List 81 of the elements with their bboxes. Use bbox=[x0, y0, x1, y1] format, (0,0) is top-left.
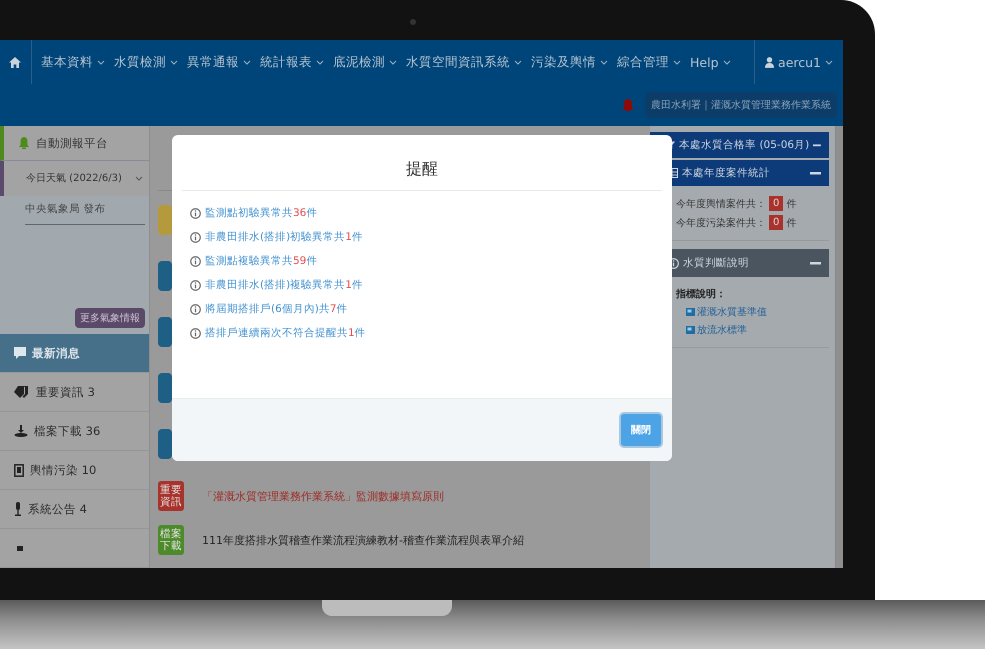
user-icon bbox=[765, 56, 774, 68]
more-weather-button[interactable]: 更多氣象情報 bbox=[75, 308, 145, 328]
sidebar-item[interactable]: 自動測報平台 bbox=[0, 126, 149, 162]
menu-label: 檔案下載 36 bbox=[34, 424, 100, 439]
caret-icon bbox=[600, 60, 608, 64]
sidebar-menu-item[interactable]: 重要資訊 3 bbox=[0, 373, 149, 412]
stat-label: 今年度輿情案件共： bbox=[676, 198, 766, 210]
sidebar-menu-item[interactable]: 檔案下載 36 bbox=[0, 412, 149, 452]
info-icon bbox=[190, 208, 201, 218]
camera-icon bbox=[410, 19, 416, 25]
nav-menu-item[interactable]: 底泥檢測 bbox=[333, 54, 385, 70]
category-badge: 重要資訊 bbox=[158, 481, 184, 512]
nav-menu-item[interactable]: 污染及輿情 bbox=[531, 54, 596, 70]
caret-icon bbox=[170, 60, 178, 64]
weather-title: 今日天氣 (2022/6/3) bbox=[26, 172, 122, 186]
collapse-icon[interactable] bbox=[810, 262, 821, 264]
nav-menu-item[interactable]: 綜合管理 bbox=[617, 54, 669, 70]
info-icon bbox=[190, 256, 201, 266]
dialog-title: 提醒 bbox=[182, 135, 662, 191]
news-link[interactable]: 111年度搭排水質稽查作業流程演練教材-稽查作業流程與表單介紹 bbox=[202, 532, 524, 548]
caret-icon bbox=[825, 60, 833, 64]
caret-icon bbox=[243, 60, 251, 64]
reminder-link[interactable]: 監測點複驗異常共59件 bbox=[205, 254, 318, 268]
sidebar-menu-item[interactable]: 系統公告 4 bbox=[0, 490, 149, 530]
document-icon bbox=[14, 464, 24, 477]
tags-icon bbox=[14, 386, 30, 398]
reminder-link[interactable]: 監測點初驗異常共36件 bbox=[205, 206, 318, 220]
collapse-icon[interactable] bbox=[813, 144, 821, 146]
stat-unit: 件 bbox=[786, 216, 796, 230]
sidebar-menu-item[interactable]: 輿情污染 10 bbox=[0, 451, 149, 490]
panel-title: 水質判斷說明 bbox=[683, 256, 750, 270]
system-label: 農田水利署｜灌溉水質管理業務作業系統 bbox=[645, 92, 837, 118]
bell-icon bbox=[18, 137, 30, 150]
panel-title: 本處年度案件統計 bbox=[682, 166, 771, 180]
menu-label: 最新消息 bbox=[32, 346, 80, 361]
standard-link[interactable]: 灌溉水質基準值 bbox=[697, 305, 767, 319]
caret-icon bbox=[722, 60, 730, 64]
menu-label: 輿情污染 10 bbox=[30, 462, 96, 478]
home-icon[interactable] bbox=[9, 56, 21, 68]
collapse-icon[interactable] bbox=[810, 172, 821, 174]
reminder-link[interactable]: 將屆期搭排戶(6個月內)共7件 bbox=[205, 302, 348, 316]
reminder-link[interactable]: 搭排戶連續兩次不符合提醒共1件 bbox=[205, 326, 366, 340]
microphone-icon bbox=[14, 502, 22, 516]
calendar-icon bbox=[14, 545, 26, 552]
caret-icon bbox=[97, 60, 105, 64]
info-icon bbox=[190, 232, 201, 242]
count-badge: 0 bbox=[769, 215, 784, 230]
chevron-down-icon bbox=[135, 176, 143, 181]
info-icon bbox=[190, 328, 201, 338]
caret-icon bbox=[389, 60, 397, 64]
nav-menu-item[interactable]: 水質檢測 bbox=[114, 54, 166, 70]
menu-label: 系統公告 4 bbox=[28, 502, 87, 517]
caret-icon bbox=[316, 60, 324, 64]
reminder-link[interactable]: 非農田排水(搭排)複驗異常共1件 bbox=[205, 278, 363, 292]
panel-title: 本處水質合格率 (05-06月) bbox=[679, 138, 810, 152]
nav-menu-item[interactable]: 統計報表 bbox=[260, 54, 312, 70]
scrollbar[interactable] bbox=[835, 126, 843, 568]
sidebar-menu-item[interactable]: 最新消息 bbox=[0, 334, 149, 374]
nav-menu-item[interactable]: 異常通報 bbox=[187, 54, 239, 70]
menu-label: 重要資訊 3 bbox=[36, 384, 95, 400]
weather-source: 中央氣象局 發布 bbox=[25, 202, 145, 225]
chat-icon bbox=[14, 347, 26, 360]
count-badge: 0 bbox=[769, 196, 784, 211]
indicator-label: 指標說明： bbox=[676, 288, 727, 301]
window-icon bbox=[686, 326, 695, 334]
category-badge: 檔案下載 bbox=[158, 525, 184, 556]
reminder-link[interactable]: 非農田排水(搭排)初驗異常共1件 bbox=[205, 230, 363, 244]
info-icon bbox=[190, 280, 201, 290]
nav-menu-item[interactable]: 水質空間資訊系統 bbox=[406, 54, 510, 70]
caret-icon bbox=[514, 60, 522, 64]
download-icon bbox=[14, 425, 28, 438]
window-icon bbox=[686, 308, 695, 316]
caret-icon bbox=[673, 60, 681, 64]
nav-menu-item[interactable]: 基本資料 bbox=[41, 54, 93, 70]
user-menu[interactable]: aercu1 bbox=[778, 54, 821, 70]
info-icon bbox=[190, 304, 201, 314]
stat-label: 今年度污染案件共： bbox=[676, 216, 766, 230]
standard-link[interactable]: 放流水標準 bbox=[697, 323, 747, 337]
platform-label: 自動測報平台 bbox=[36, 136, 108, 151]
nav-menu-item[interactable]: Help bbox=[690, 54, 718, 70]
stat-unit: 件 bbox=[786, 198, 796, 210]
